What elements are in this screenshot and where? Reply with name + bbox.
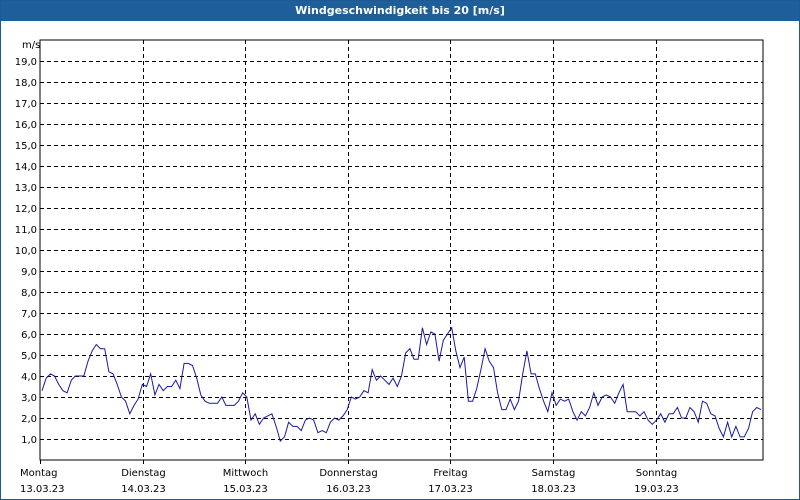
- x-axis-ticks: Montag 13.03.23 Dienstag 14.03.23 Mittwoch 15…: [20, 460, 679, 495]
- x-tick-day: Samstag: [532, 468, 576, 479]
- y-tick-label: 19,0: [15, 57, 37, 68]
- y-tick-label: 18,0: [15, 78, 37, 89]
- x-tick-date: 18.03.23: [531, 484, 576, 495]
- y-tick-label: 1,0: [21, 435, 37, 446]
- x-tick-date: 15.03.23: [223, 484, 268, 495]
- y-tick-label: 13,0: [15, 183, 37, 194]
- y-axis-label: m/s: [22, 40, 40, 51]
- y-tick-label: 2,0: [21, 414, 37, 425]
- x-tick-day: Donnerstag: [319, 468, 377, 479]
- y-tick-label: 10,0: [15, 246, 37, 257]
- y-tick-label: 9,0: [21, 267, 37, 278]
- y-tick-label: 7,0: [21, 309, 37, 320]
- x-tick-date: 17.03.23: [428, 484, 473, 495]
- y-tick-label: 17,0: [15, 99, 37, 110]
- y-tick-label: 15,0: [15, 141, 37, 152]
- x-tick-day: Montag: [20, 468, 57, 479]
- y-tick-label: 14,0: [15, 162, 37, 173]
- grid-lines: [40, 40, 763, 460]
- x-tick-date: 16.03.23: [326, 484, 371, 495]
- wind-speed-line: [41, 326, 762, 443]
- y-tick-label: 5,0: [21, 351, 37, 362]
- x-tick-date: 19.03.23: [634, 484, 679, 495]
- y-tick-label: 16,0: [15, 120, 37, 131]
- y-tick-label: 3,0: [21, 393, 37, 404]
- y-tick-label: 8,0: [21, 288, 37, 299]
- x-tick-day: Freitag: [433, 468, 467, 479]
- y-tick-label: 11,0: [15, 225, 37, 236]
- y-tick-label: 6,0: [21, 330, 37, 341]
- x-tick-day: Dienstag: [121, 468, 166, 479]
- x-tick-day: Sonntag: [636, 468, 678, 479]
- y-tick-label: 12,0: [15, 204, 37, 215]
- y-axis-ticks: 1,0 2,0 3,0 4,0 5,0 6,0 7,0 8,0 9,0 10,0 11,0 12,0 1…: [15, 57, 37, 446]
- x-tick-date: 13.03.23: [20, 484, 65, 495]
- x-tick-date: 14.03.23: [121, 484, 166, 495]
- wind-speed-chart: m/s 1,02,03,04,05,06,07,08,09,010,011,01…: [15, 39, 764, 495]
- y-tick-label: 4,0: [21, 372, 37, 383]
- x-tick-day: Mittwoch: [223, 468, 268, 479]
